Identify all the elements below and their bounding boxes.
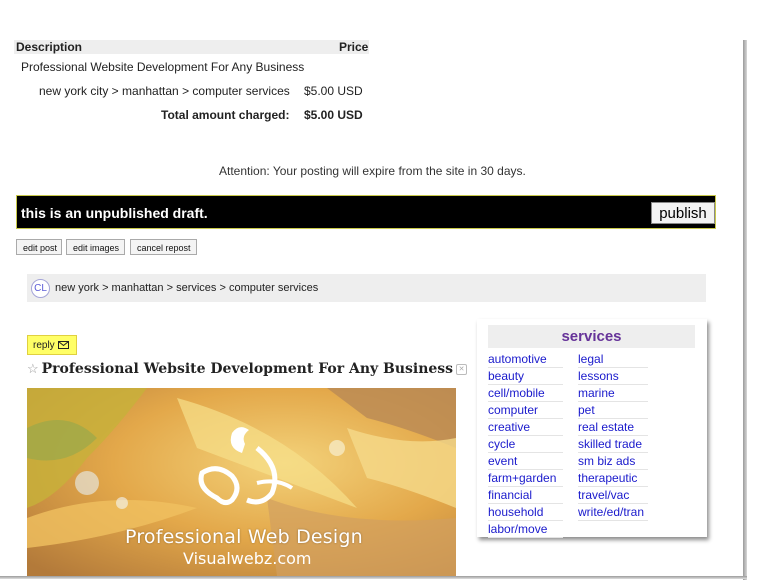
services-link-automotive[interactable]: automotive bbox=[488, 351, 563, 368]
services-link-event[interactable]: event bbox=[488, 453, 563, 470]
invoice-item-location: new york city > manhattan > computer ser… bbox=[39, 84, 290, 98]
services-link-computer[interactable]: computer bbox=[488, 402, 563, 419]
invoice-item-amount: $5.00 USD bbox=[304, 84, 363, 98]
services-link-financial[interactable]: financial bbox=[488, 487, 563, 504]
services-link-pet[interactable]: pet bbox=[578, 402, 648, 419]
services-panel: services automotive beauty cell/mobile c… bbox=[477, 319, 707, 538]
posting-title-text: Professional Website Development For Any… bbox=[41, 361, 454, 377]
edit-post-button[interactable]: edit post bbox=[16, 239, 62, 255]
favorite-star-icon[interactable]: ☆ bbox=[27, 362, 39, 377]
posting-image[interactable]: Professional Web Design Visualwebz.com bbox=[27, 388, 456, 576]
services-link-labor-move[interactable]: labor/move bbox=[488, 521, 563, 538]
services-column-left: automotive beauty cell/mobile computer c… bbox=[488, 351, 563, 538]
services-link-sm-biz-ads[interactable]: sm biz ads bbox=[578, 453, 648, 470]
breadcrumb: CL new york > manhattan > services > com… bbox=[27, 274, 706, 302]
services-link-beauty[interactable]: beauty bbox=[488, 368, 563, 385]
expiry-notice: Attention: Your posting will expire from… bbox=[219, 164, 526, 178]
edit-images-button[interactable]: edit images bbox=[66, 239, 125, 255]
invoice-header: Description Price bbox=[14, 40, 369, 54]
draft-bar: this is an unpublished draft. publish bbox=[16, 195, 716, 229]
services-link-marine[interactable]: marine bbox=[578, 385, 648, 402]
services-link-legal[interactable]: legal bbox=[578, 351, 648, 368]
reply-label: reply bbox=[33, 340, 55, 351]
services-link-lessons[interactable]: lessons bbox=[578, 368, 648, 385]
page-edge-shadow-bottom bbox=[0, 576, 747, 579]
publish-button[interactable]: publish bbox=[651, 202, 715, 224]
banner-title: Professional Web Design bbox=[125, 526, 363, 548]
services-title: services bbox=[488, 325, 695, 348]
services-link-cycle[interactable]: cycle bbox=[488, 436, 563, 453]
mail-icon bbox=[58, 341, 69, 349]
services-link-cell-mobile[interactable]: cell/mobile bbox=[488, 385, 563, 402]
services-column-right: legal lessons marine pet real estate ski… bbox=[578, 351, 648, 521]
services-link-travel-vac[interactable]: travel/vac bbox=[578, 487, 648, 504]
hide-posting-icon[interactable]: ✕ bbox=[456, 363, 468, 375]
cancel-repost-button[interactable]: cancel repost bbox=[130, 239, 197, 255]
invoice-header-price: Price bbox=[339, 40, 369, 54]
breadcrumb-path[interactable]: new york > manhattan > services > comput… bbox=[55, 282, 318, 294]
invoice-total-value: $5.00 USD bbox=[304, 108, 363, 122]
reply-button[interactable]: reply bbox=[27, 335, 77, 355]
draft-message: this is an unpublished draft. bbox=[21, 205, 208, 221]
craigslist-logo[interactable]: CL bbox=[31, 279, 50, 298]
services-link-real-estate[interactable]: real estate bbox=[578, 419, 648, 436]
invoice-total-label: Total amount charged: bbox=[161, 108, 290, 122]
page-edge-shadow bbox=[743, 40, 747, 580]
banner-website: Visualwebz.com bbox=[183, 549, 312, 568]
services-link-skilled-trade[interactable]: skilled trade bbox=[578, 436, 648, 453]
services-link-therapeutic[interactable]: therapeutic bbox=[578, 470, 648, 487]
services-link-household[interactable]: household bbox=[488, 504, 563, 521]
services-link-creative[interactable]: creative bbox=[488, 419, 563, 436]
posting-title: ☆ Professional Website Development For An… bbox=[27, 361, 468, 377]
invoice-header-description: Description bbox=[16, 40, 83, 54]
services-link-write-ed-tran[interactable]: write/ed/tran bbox=[578, 504, 648, 521]
services-link-farm-garden[interactable]: farm+garden bbox=[488, 470, 563, 487]
invoice-item-description: Professional Website Development For Any… bbox=[21, 60, 305, 74]
